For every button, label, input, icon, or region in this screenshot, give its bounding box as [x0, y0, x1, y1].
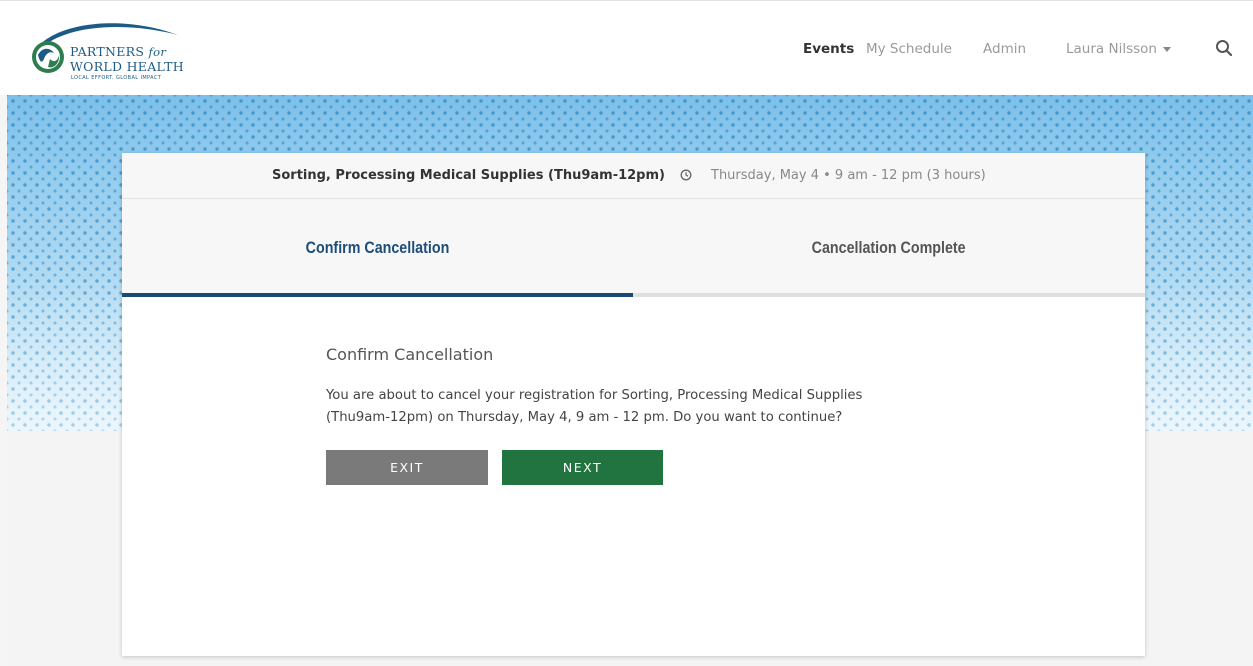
nav-events-link[interactable]: Events — [803, 41, 854, 61]
tab-confirm-cancellation-label: Confirm Cancellation — [305, 238, 450, 257]
cancellation-card: Sorting, Processing Medical Supplies (Th… — [122, 153, 1145, 656]
tab-confirm-cancellation[interactable]: Confirm Cancellation — [122, 199, 633, 297]
top-navigation-bar: PARTNERS for WORLD HEALTH LOCAL EFFORT. … — [0, 0, 1253, 95]
logo-tagline: LOCAL EFFORT. GLOBAL IMPACT — [71, 75, 162, 81]
logo-line-1: PARTNERS for — [70, 44, 167, 59]
wizard-steps: Confirm Cancellation Cancellation Comple… — [122, 199, 1145, 297]
event-name: Sorting, Processing Medical Supplies (Th… — [272, 168, 665, 183]
search-button[interactable] — [1215, 39, 1235, 59]
partners-for-world-health-logo[interactable]: PARTNERS for WORLD HEALTH LOCAL EFFORT. … — [28, 15, 208, 85]
logo-line-2: WORLD HEALTH — [70, 59, 184, 74]
nav-my-schedule-link[interactable]: My Schedule — [866, 41, 952, 61]
section-title: Confirm Cancellation — [326, 345, 494, 364]
event-time: Thursday, May 4 • 9 am - 12 pm (3 hours) — [711, 168, 986, 183]
cancellation-message: You are about to cancel your registratio… — [326, 388, 863, 425]
exit-button[interactable]: EXIT — [326, 450, 488, 485]
event-summary-bar: Sorting, Processing Medical Supplies (Th… — [122, 153, 1145, 199]
user-name: Laura Nilsson — [1066, 41, 1157, 57]
tab-cancellation-complete-label: Cancellation Complete — [812, 238, 966, 257]
next-button[interactable]: NEXT — [502, 450, 663, 485]
search-icon — [1216, 40, 1233, 57]
clock-icon — [680, 169, 692, 181]
caret-down-icon — [1162, 46, 1171, 52]
tab-cancellation-complete[interactable]: Cancellation Complete — [633, 199, 1145, 297]
user-menu-dropdown[interactable]: Laura Nilsson — [1066, 41, 1171, 61]
nav-admin-link[interactable]: Admin — [983, 41, 1026, 61]
